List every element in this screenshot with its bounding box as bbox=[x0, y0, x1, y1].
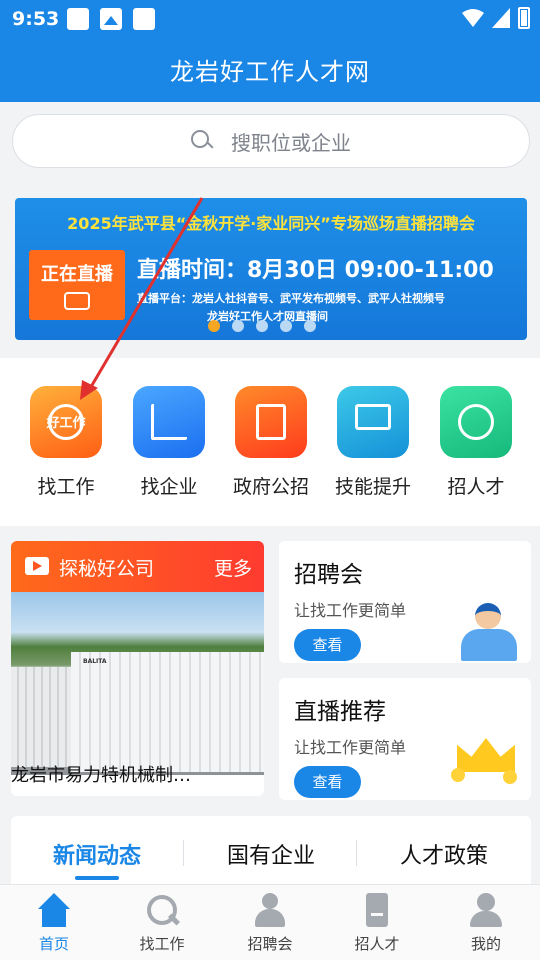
home-icon bbox=[36, 893, 72, 929]
banner-title: 2025年武平县“金秋开学·家业同兴”专场巡场直播招聘会 bbox=[67, 214, 475, 233]
chart-glyph bbox=[151, 404, 187, 440]
banner-pagination bbox=[208, 320, 316, 332]
find-job-icon: 好工作 bbox=[30, 386, 102, 458]
video-icon bbox=[25, 557, 49, 575]
wifi-icon bbox=[462, 9, 484, 27]
bottom-nav: 首页 找工作 招聘会 招人才 我的 bbox=[0, 884, 540, 960]
app-header: 9:53 龙岩好工作人才网 bbox=[0, 0, 540, 102]
signal-icon bbox=[492, 8, 510, 28]
user-icon bbox=[468, 893, 504, 929]
menu-item-skill[interactable]: 技能提升 bbox=[323, 386, 423, 499]
person-glyph bbox=[458, 404, 494, 440]
nav-mine[interactable]: 我的 bbox=[441, 893, 531, 954]
view-button[interactable]: 查看 bbox=[294, 629, 361, 661]
building-sign: BALITA bbox=[83, 658, 107, 665]
page-title: 龙岩好工作人才网 bbox=[170, 58, 370, 86]
pagination-dot[interactable] bbox=[280, 320, 292, 332]
nav-label: 招人才 bbox=[354, 935, 400, 953]
card-title: 直播推荐 bbox=[294, 699, 386, 725]
view-button[interactable]: 查看 bbox=[294, 766, 361, 798]
job-fair-icon bbox=[252, 893, 288, 929]
gov-recruit-icon bbox=[235, 386, 307, 458]
banner-time: 直播时间：8月30日 09:00-11:00 bbox=[137, 258, 494, 283]
nav-home[interactable]: 首页 bbox=[9, 893, 99, 954]
skill-icon bbox=[337, 386, 409, 458]
featured-company-card[interactable]: 探秘好公司 更多 BALITA 龙岩市易力特机械制… bbox=[11, 541, 264, 796]
menu-label: 政府公招 bbox=[232, 476, 309, 498]
tab-divider bbox=[183, 840, 184, 866]
find-company-icon bbox=[133, 386, 205, 458]
live-recommend-card[interactable]: 直播推荐 让找工作更简单 查看 bbox=[279, 678, 531, 800]
company-photo: BALITA bbox=[11, 592, 264, 775]
company-name: 龙岩市易力特机械制… bbox=[11, 765, 191, 786]
menu-label: 找企业 bbox=[140, 476, 198, 498]
menu-item-gov-recruit[interactable]: 政府公招 bbox=[221, 386, 321, 499]
search-bar[interactable]: 搜职位或企业 bbox=[12, 114, 530, 168]
tab-state-enterprise[interactable]: 国有企业 bbox=[227, 838, 315, 870]
menu-label: 技能提升 bbox=[334, 476, 411, 498]
recruit-talent-icon bbox=[440, 386, 512, 458]
nav-find-job[interactable]: 找工作 bbox=[117, 893, 207, 954]
quick-menu: 好工作 找工作 找企业 政府公招 技能提升 招人才 bbox=[0, 358, 540, 526]
crown-icon bbox=[451, 730, 521, 784]
menu-item-recruit-talent[interactable]: 招人才 bbox=[426, 386, 526, 499]
building: BALITA bbox=[71, 652, 264, 772]
search-placeholder: 搜职位或企业 bbox=[231, 130, 351, 155]
nav-label: 找工作 bbox=[139, 935, 185, 953]
live-banner[interactable]: 2025年武平县“金秋开学·家业同兴”专场巡场直播招聘会 正在直播 直播时间：8… bbox=[15, 198, 527, 340]
board-glyph bbox=[355, 404, 391, 430]
image-notification-icon bbox=[100, 8, 122, 30]
card-title: 招聘会 bbox=[294, 562, 363, 588]
card-subtitle: 让找工作更简单 bbox=[294, 601, 407, 620]
find-job-icon-text: 好工作 bbox=[46, 416, 86, 431]
pagination-dot[interactable] bbox=[304, 320, 316, 332]
pagination-dot[interactable] bbox=[208, 320, 220, 332]
pagination-dot[interactable] bbox=[256, 320, 268, 332]
worker-head bbox=[475, 603, 501, 629]
nav-recruit[interactable]: 招人才 bbox=[332, 893, 422, 954]
live-badge: 正在直播 bbox=[29, 250, 125, 320]
tab-divider bbox=[356, 840, 357, 866]
camera-icon bbox=[64, 292, 90, 310]
menu-label: 找工作 bbox=[37, 476, 95, 498]
featured-title: 探秘好公司 bbox=[59, 558, 155, 580]
featured-header: 探秘好公司 更多 bbox=[11, 541, 264, 592]
nav-job-fair[interactable]: 招聘会 bbox=[225, 893, 315, 954]
battery-icon bbox=[518, 7, 530, 29]
tab-news[interactable]: 新闻动态 bbox=[53, 838, 141, 870]
job-fair-card[interactable]: 招聘会 让找工作更简单 查看 bbox=[279, 541, 531, 663]
live-label: 正在直播 bbox=[41, 264, 113, 285]
search-icon bbox=[191, 130, 213, 152]
tab-talent-policy[interactable]: 人才政策 bbox=[400, 838, 488, 870]
pagination-dot[interactable] bbox=[232, 320, 244, 332]
coin-icon bbox=[451, 768, 465, 782]
nav-label: 招聘会 bbox=[247, 935, 293, 953]
document-icon bbox=[359, 893, 395, 929]
more-link[interactable]: 更多 bbox=[214, 554, 252, 581]
news-tabs: 新闻动态 国有企业 人才政策 bbox=[11, 816, 531, 886]
document-glyph bbox=[256, 404, 286, 440]
menu-item-find-job[interactable]: 好工作 找工作 bbox=[16, 386, 116, 499]
banner-platform: 直播平台：龙岩人社抖音号、武平发布视频号、武平人社视频号 bbox=[137, 292, 445, 305]
building-side bbox=[11, 667, 73, 767]
menu-item-find-company[interactable]: 找企业 bbox=[119, 386, 219, 499]
worker-illustration bbox=[453, 599, 525, 661]
notification-icon bbox=[133, 8, 155, 30]
status-time: 9:53 bbox=[12, 8, 60, 30]
status-bar: 9:53 bbox=[0, 0, 540, 38]
notification-icon bbox=[67, 8, 89, 30]
worker-body bbox=[461, 629, 517, 661]
search-icon bbox=[144, 893, 180, 929]
coin-icon bbox=[503, 770, 517, 784]
nav-label: 首页 bbox=[38, 935, 69, 953]
crown-body bbox=[457, 738, 515, 772]
menu-label: 招人才 bbox=[447, 476, 505, 498]
nav-label: 我的 bbox=[470, 935, 501, 953]
card-subtitle: 让找工作更简单 bbox=[294, 738, 407, 757]
active-tab-indicator bbox=[75, 876, 119, 880]
